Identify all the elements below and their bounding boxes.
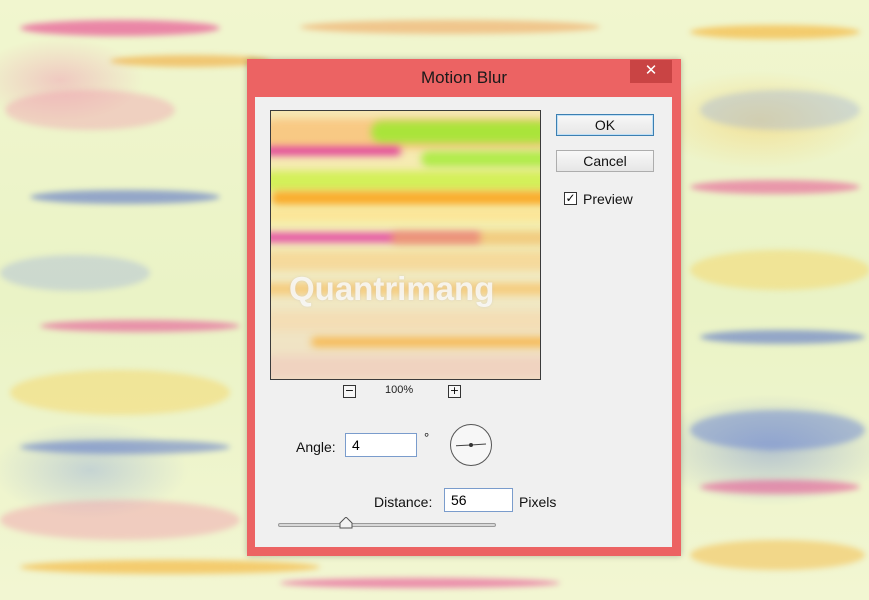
preview-streak (271, 191, 540, 205)
background-stroke (0, 500, 240, 540)
preview-checkbox-label: Preview (583, 191, 633, 207)
background-stroke (700, 330, 865, 344)
plus-icon: + (449, 384, 460, 397)
angle-label: Angle: (296, 439, 336, 455)
zoom-level: 100% (385, 384, 414, 396)
preview-checkbox[interactable]: ✓ (564, 192, 577, 205)
zoom-out-button[interactable]: − (343, 385, 356, 398)
cancel-button[interactable]: Cancel (556, 150, 654, 172)
preview-streak (271, 147, 401, 155)
preview-streak (421, 151, 540, 167)
close-icon: ✕ (644, 62, 658, 79)
angle-dial-icon (455, 443, 487, 447)
preview-streak (391, 231, 540, 245)
distance-label: Distance: (374, 494, 433, 510)
background-stroke (690, 180, 860, 194)
background-stroke (20, 440, 230, 454)
preview-streak (271, 251, 540, 271)
background-stroke (690, 410, 865, 450)
preview-streak (311, 337, 540, 347)
ok-button[interactable]: OK (556, 114, 654, 136)
preview-streak (271, 311, 540, 331)
preview-streak (271, 171, 540, 191)
angle-input[interactable]: 4 (345, 433, 417, 457)
background-stroke (30, 190, 220, 204)
preview-watermark: Quantrimang (289, 270, 495, 307)
dialog-client-area: Quantrimang − 100% + OK Cancel ✓ Preview… (255, 97, 672, 547)
background-stroke (10, 370, 230, 415)
zoom-in-button[interactable]: + (448, 385, 461, 398)
background-stroke (700, 90, 860, 130)
zoom-controls: − 100% + (343, 384, 473, 402)
background-stroke (0, 255, 150, 291)
background-stroke (690, 250, 869, 290)
distance-unit: Pixels (519, 494, 557, 510)
dialog-titlebar[interactable]: Motion Blur ✕ (247, 59, 681, 97)
minus-icon: − (344, 384, 355, 397)
background-stroke (700, 480, 860, 494)
dialog-title: Motion Blur (421, 68, 507, 87)
preview-streak (271, 209, 540, 221)
preview-streak (271, 356, 540, 378)
angle-dial[interactable] (450, 424, 492, 466)
checkmark-icon: ✓ (565, 191, 576, 205)
degree-symbol: ° (424, 430, 430, 445)
filter-preview-image[interactable]: Quantrimang (270, 110, 541, 380)
background-stroke (690, 25, 860, 39)
background-stroke (280, 578, 560, 588)
slider-track[interactable] (278, 523, 496, 527)
distance-input[interactable]: 56 (444, 488, 513, 512)
background-stroke (690, 540, 865, 570)
background-stroke (40, 320, 240, 332)
preview-streak (371, 121, 540, 143)
background-stroke (110, 55, 270, 67)
slider-thumb[interactable] (339, 517, 353, 529)
background-stroke (20, 560, 320, 574)
background-stroke (5, 90, 175, 130)
background-stroke (300, 20, 600, 34)
motion-blur-dialog: Motion Blur ✕ Quantrimang − 100% + OK Ca… (247, 59, 681, 556)
close-button[interactable]: ✕ (630, 60, 672, 83)
background-stroke (20, 20, 220, 36)
